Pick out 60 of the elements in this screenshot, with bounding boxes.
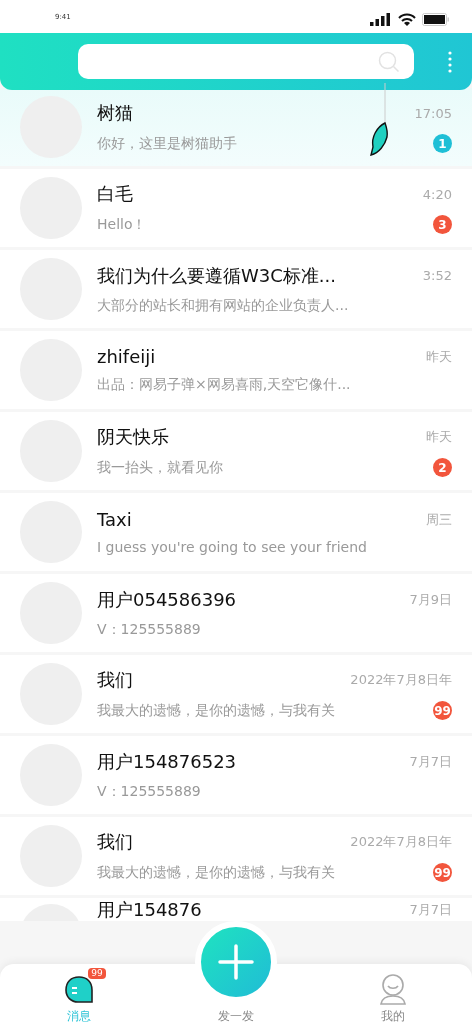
- chat-preview: 出品：网易子弹×网易喜雨,天空它像什...: [97, 376, 351, 394]
- chat-title: Taxi: [97, 509, 132, 530]
- tab-badge: 99: [88, 968, 106, 979]
- unread-count: 99: [433, 863, 452, 882]
- chat-title: 用户154876: [97, 898, 202, 921]
- chat-preview: V：125555889: [97, 620, 201, 639]
- chat-row[interactable]: 阴天快乐 昨天 我一抬头，就看见你 2: [0, 412, 472, 490]
- chat-title: 阴天快乐: [97, 425, 169, 449]
- chat-title: 我们: [97, 830, 133, 854]
- chat-row[interactable]: 我们 2022年7月8日年 我最大的遗憾，是你的遗憾，与我有关 99: [0, 817, 472, 895]
- chat-time: 7月7日: [409, 752, 452, 771]
- chat-title: 我们为什么要遵循W3C标准...: [97, 263, 336, 288]
- chat-time: 2022年7月8日年: [350, 833, 452, 851]
- chat-preview: 我最大的遗憾，是你的遗憾，与我有关: [97, 701, 335, 720]
- chat-row[interactable]: 用户054586396 7月9日 V：125555889: [0, 574, 472, 652]
- chat-preview: 我最大的遗憾，是你的遗憾，与我有关: [97, 863, 335, 882]
- signal-icon: [370, 13, 392, 26]
- chat-time: 周三: [426, 510, 452, 529]
- chat-bubble-icon: [63, 975, 94, 1005]
- chat-title: 树猫: [97, 101, 133, 125]
- chat-title: 用户054586396: [97, 587, 237, 612]
- chat-row[interactable]: 白毛 4:20 Hello！ 3: [0, 169, 472, 247]
- chat-title: 白毛: [97, 182, 133, 206]
- more-icon[interactable]: [448, 50, 452, 73]
- chat-title: 我们: [97, 668, 133, 692]
- search-field[interactable]: [78, 44, 414, 79]
- chat-row[interactable]: Taxi 周三 I guess you're going to see your friend: [0, 493, 472, 571]
- compose-tab[interactable]: 发一发: [157, 1008, 315, 1024]
- chat-preview: I guess you're going to see your friend: [97, 539, 367, 555]
- chat-row[interactable]: 树猫 17:05 你好，这里是树猫助手 1: [0, 88, 472, 166]
- plus-icon: [218, 944, 254, 980]
- chat-preview: 你好，这里是树猫助手: [97, 134, 237, 153]
- chat-time: 3:52: [422, 268, 452, 283]
- chat-row[interactable]: 我们为什么要遵循W3C标准... 3:52 大部分的站长和拥有网站的企业负责人...: [0, 250, 472, 328]
- profile-tab[interactable]: 我的: [314, 964, 472, 1024]
- unread-count: 99: [433, 701, 452, 720]
- wifi-icon: [398, 13, 416, 26]
- chat-time: 昨天: [426, 347, 452, 366]
- search-icon: [378, 50, 400, 73]
- unread-count: 3: [433, 215, 452, 234]
- chat-time: 2022年7月8日年: [350, 671, 452, 689]
- person-icon: [378, 973, 409, 1005]
- chat-preview: V：125555889: [97, 782, 201, 801]
- chat-time: 7月7日: [409, 901, 452, 919]
- chat-time: 7月9日: [409, 590, 452, 609]
- chat-row[interactable]: zhifeiji 昨天 出品：网易子弹×网易喜雨,天空它像什...: [0, 331, 472, 409]
- chat-time: 4:20: [422, 186, 452, 202]
- chat-preview: Hello！: [97, 215, 147, 234]
- chat-preview: 我一抬头，就看见你: [97, 458, 223, 477]
- chat-time: 昨天: [426, 428, 452, 446]
- chat-row[interactable]: 用户154876 7月7日: [0, 898, 472, 921]
- unread-count: 1: [433, 134, 452, 153]
- chat-title: zhifeiji: [97, 346, 156, 367]
- chat-row[interactable]: 用户154876523 7月7日 V：125555889: [0, 736, 472, 814]
- chat-row[interactable]: 我们 2022年7月8日年 我最大的遗憾，是你的遗憾，与我有关 99: [0, 655, 472, 733]
- battery-icon: [422, 13, 450, 26]
- unread-count: 2: [433, 458, 452, 477]
- chat-title: 用户154876523: [97, 749, 237, 774]
- chat-time: 17:05: [414, 105, 452, 121]
- chat-preview: 大部分的站长和拥有网站的企业负责人...: [97, 296, 349, 315]
